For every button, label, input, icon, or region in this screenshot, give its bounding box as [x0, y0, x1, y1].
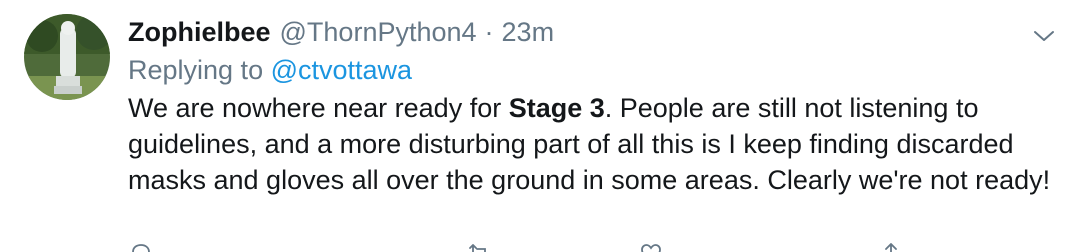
avatar[interactable]: [24, 14, 110, 100]
display-name[interactable]: Zophielbee: [128, 14, 271, 50]
chevron-down-icon[interactable]: [1032, 24, 1056, 48]
replying-to-label: Replying to: [128, 55, 264, 85]
tweet-actions: [128, 240, 1028, 252]
share-icon[interactable]: [880, 242, 902, 252]
tweet-text: We are nowhere near ready for Stage 3. P…: [128, 90, 1063, 198]
replying-to: Replying to @ctvottawa: [128, 52, 412, 88]
tweet-text-part: We are nowhere near ready for: [128, 93, 509, 123]
tweet-header: Zophielbee @ThornPython4 · 23m: [128, 14, 554, 50]
separator-dot: ·: [484, 17, 494, 47]
user-handle[interactable]: @ThornPython4: [280, 14, 477, 50]
tweet-text-bold: Stage 3: [508, 93, 605, 123]
timestamp[interactable]: 23m: [502, 14, 555, 50]
like-icon[interactable]: [640, 242, 662, 252]
tweet: Zophielbee @ThornPython4 · 23m Replying …: [0, 0, 1080, 252]
mention-link[interactable]: @ctvottawa: [271, 55, 412, 85]
reply-icon[interactable]: [130, 242, 152, 252]
retweet-icon[interactable]: [468, 242, 490, 252]
